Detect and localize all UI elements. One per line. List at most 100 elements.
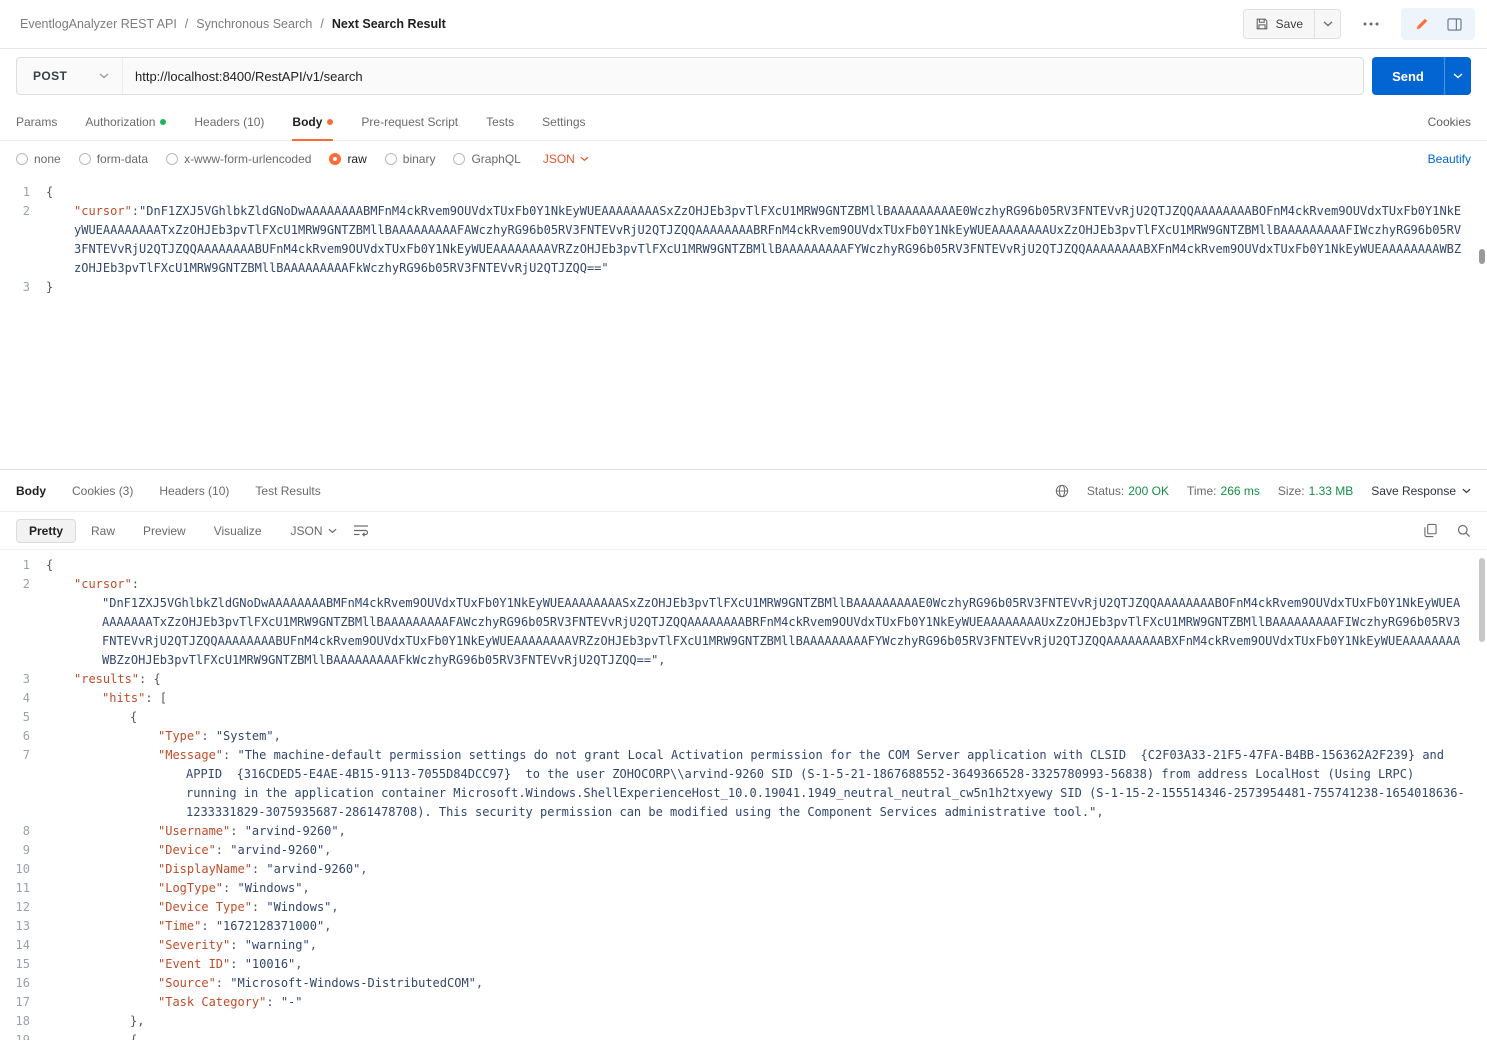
- response-body-code: 1{2"cursor":"DnF1ZXJ5VGhlbkZldGNoDwAAAAA…: [0, 550, 1487, 1040]
- chevron-down-icon: [99, 73, 109, 79]
- layout-toggle-button[interactable]: [1443, 13, 1465, 35]
- response-tab-headers[interactable]: Headers (10): [159, 484, 229, 498]
- url-bar: POST http://localhost:8400/RestAPI/v1/se…: [16, 57, 1364, 95]
- send-button[interactable]: Send: [1372, 57, 1444, 95]
- code-line: 12"Device Type": "Windows",: [0, 898, 1487, 917]
- chevron-down-icon: [1462, 488, 1471, 494]
- tab-tests[interactable]: Tests: [486, 104, 514, 140]
- request-body-editor[interactable]: 1{2"cursor":"DnF1ZXJ5VGhlbkZldGNoDwAAAAA…: [0, 177, 1487, 470]
- view-visualize[interactable]: Visualize: [201, 519, 275, 543]
- code-line: 2"cursor":"DnF1ZXJ5VGhlbkZldGNoDwAAAAAAA…: [0, 202, 1487, 278]
- code-line: 10"DisplayName": "arvind-9260",: [0, 860, 1487, 879]
- network-icon[interactable]: [1055, 484, 1069, 498]
- request-tabs: Params Authorization Headers (10) Body P…: [0, 104, 1487, 141]
- panel-toggle-group: [1401, 8, 1475, 40]
- status-badge: Status: 200 OK: [1087, 484, 1169, 498]
- split-panel-icon: [1447, 18, 1462, 31]
- tab-headers[interactable]: Headers (10): [194, 104, 264, 140]
- method-select[interactable]: POST: [17, 58, 123, 94]
- send-options-button[interactable]: [1444, 57, 1471, 95]
- breadcrumb: EventlogAnalyzer REST API / Synchronous …: [20, 17, 446, 31]
- search-icon[interactable]: [1457, 524, 1471, 538]
- edit-button[interactable]: [1411, 13, 1433, 35]
- response-editor-scrollbar[interactable]: [1479, 558, 1485, 642]
- mode-x-www-form-urlencoded[interactable]: x-www-form-urlencoded: [166, 152, 311, 166]
- response-view-switcher: Pretty Raw Preview Visualize: [16, 519, 275, 543]
- request-editor-scrollbar[interactable]: [1479, 249, 1485, 264]
- breadcrumb-folder[interactable]: Synchronous Search: [196, 17, 312, 31]
- wrap-text-icon[interactable]: [353, 524, 369, 537]
- chevron-down-icon: [328, 528, 337, 534]
- mode-raw[interactable]: raw: [329, 152, 366, 166]
- code-line: 3}: [0, 278, 1487, 297]
- url-input[interactable]: http://localhost:8400/RestAPI/v1/search: [123, 58, 1363, 94]
- chevron-down-icon: [1323, 21, 1333, 27]
- save-icon: [1255, 17, 1269, 31]
- copy-icon[interactable]: [1424, 523, 1437, 538]
- code-line: 5{: [0, 708, 1487, 727]
- send-split-button: Send: [1372, 57, 1471, 95]
- tab-settings[interactable]: Settings: [542, 104, 585, 140]
- header-actions: Save: [1243, 8, 1475, 40]
- response-tab-test-results[interactable]: Test Results: [255, 484, 320, 498]
- response-body-editor[interactable]: 1{2"cursor":"DnF1ZXJ5VGhlbkZldGNoDwAAAAA…: [0, 550, 1487, 1040]
- size-badge: Size: 1.33 MB: [1278, 484, 1353, 498]
- breadcrumb-separator: /: [320, 17, 323, 31]
- chevron-down-icon: [1453, 73, 1463, 79]
- save-response-button[interactable]: Save Response: [1371, 484, 1471, 498]
- body-mode-bar: none form-data x-www-form-urlencoded raw…: [0, 141, 1487, 177]
- body-status-dot: [327, 119, 333, 125]
- mode-form-data[interactable]: form-data: [79, 152, 148, 166]
- radio-icon: [79, 153, 91, 165]
- radio-icon: [453, 153, 465, 165]
- tab-params[interactable]: Params: [16, 104, 57, 140]
- code-line: 15"Event ID": "10016",: [0, 955, 1487, 974]
- code-line: 11"LogType": "Windows",: [0, 879, 1487, 898]
- mode-graphql[interactable]: GraphQL: [453, 152, 520, 166]
- app-header: EventlogAnalyzer REST API / Synchronous …: [0, 0, 1487, 49]
- code-line: 1{: [0, 556, 1487, 575]
- radio-icon: [16, 153, 28, 165]
- code-line: 19{: [0, 1031, 1487, 1040]
- response-toolbar-actions: [1424, 523, 1471, 538]
- request-body-code: 1{2"cursor":"DnF1ZXJ5VGhlbkZldGNoDwAAAAA…: [0, 177, 1487, 297]
- beautify-link[interactable]: Beautify: [1428, 152, 1471, 166]
- code-line: 14"Severity": "warning",: [0, 936, 1487, 955]
- save-split-button: Save: [1243, 9, 1341, 39]
- code-line: 17"Task Category": "-": [0, 993, 1487, 1012]
- code-line: 9"Device": "arvind-9260",: [0, 841, 1487, 860]
- view-raw[interactable]: Raw: [78, 519, 128, 543]
- mode-binary[interactable]: binary: [385, 152, 436, 166]
- save-options-button[interactable]: [1315, 10, 1340, 38]
- authorization-status-dot: [160, 119, 166, 125]
- breadcrumb-separator: /: [185, 17, 188, 31]
- tab-body[interactable]: Body: [292, 104, 333, 140]
- response-tabs: Body Cookies (3) Headers (10) Test Resul…: [16, 484, 321, 498]
- response-meta: Status: 200 OK Time: 266 ms Size: 1.33 M…: [1055, 484, 1471, 498]
- raw-language-select[interactable]: JSON: [543, 152, 589, 166]
- more-actions-button[interactable]: [1357, 10, 1385, 38]
- response-toolbar: Pretty Raw Preview Visualize JSON: [0, 512, 1487, 550]
- breadcrumb-request: Next Search Result: [332, 17, 446, 31]
- code-line: 6"Type": "System",: [0, 727, 1487, 746]
- time-badge: Time: 266 ms: [1187, 484, 1260, 498]
- view-pretty[interactable]: Pretty: [16, 519, 76, 543]
- code-line: 3"results": {: [0, 670, 1487, 689]
- code-line: 13"Time": "1672128371000",: [0, 917, 1487, 936]
- breadcrumb-collection[interactable]: EventlogAnalyzer REST API: [20, 17, 177, 31]
- view-preview[interactable]: Preview: [130, 519, 199, 543]
- response-tab-body[interactable]: Body: [16, 484, 46, 498]
- cookies-link[interactable]: Cookies: [1428, 115, 1471, 129]
- tab-authorization[interactable]: Authorization: [85, 104, 166, 140]
- code-line: 2"cursor":"DnF1ZXJ5VGhlbkZldGNoDwAAAAAAA…: [0, 575, 1487, 670]
- radio-icon: [166, 153, 178, 165]
- mode-none[interactable]: none: [16, 152, 61, 166]
- code-line: 16"Source": "Microsoft-Windows-Distribut…: [0, 974, 1487, 993]
- response-tab-cookies[interactable]: Cookies (3): [72, 484, 133, 498]
- tab-pre-request-script[interactable]: Pre-request Script: [361, 104, 458, 140]
- code-line: 4"hits": [: [0, 689, 1487, 708]
- response-header: Body Cookies (3) Headers (10) Test Resul…: [0, 470, 1487, 512]
- save-button[interactable]: Save: [1244, 10, 1315, 38]
- response-language-select[interactable]: JSON: [291, 524, 337, 538]
- radio-selected-icon: [329, 153, 341, 165]
